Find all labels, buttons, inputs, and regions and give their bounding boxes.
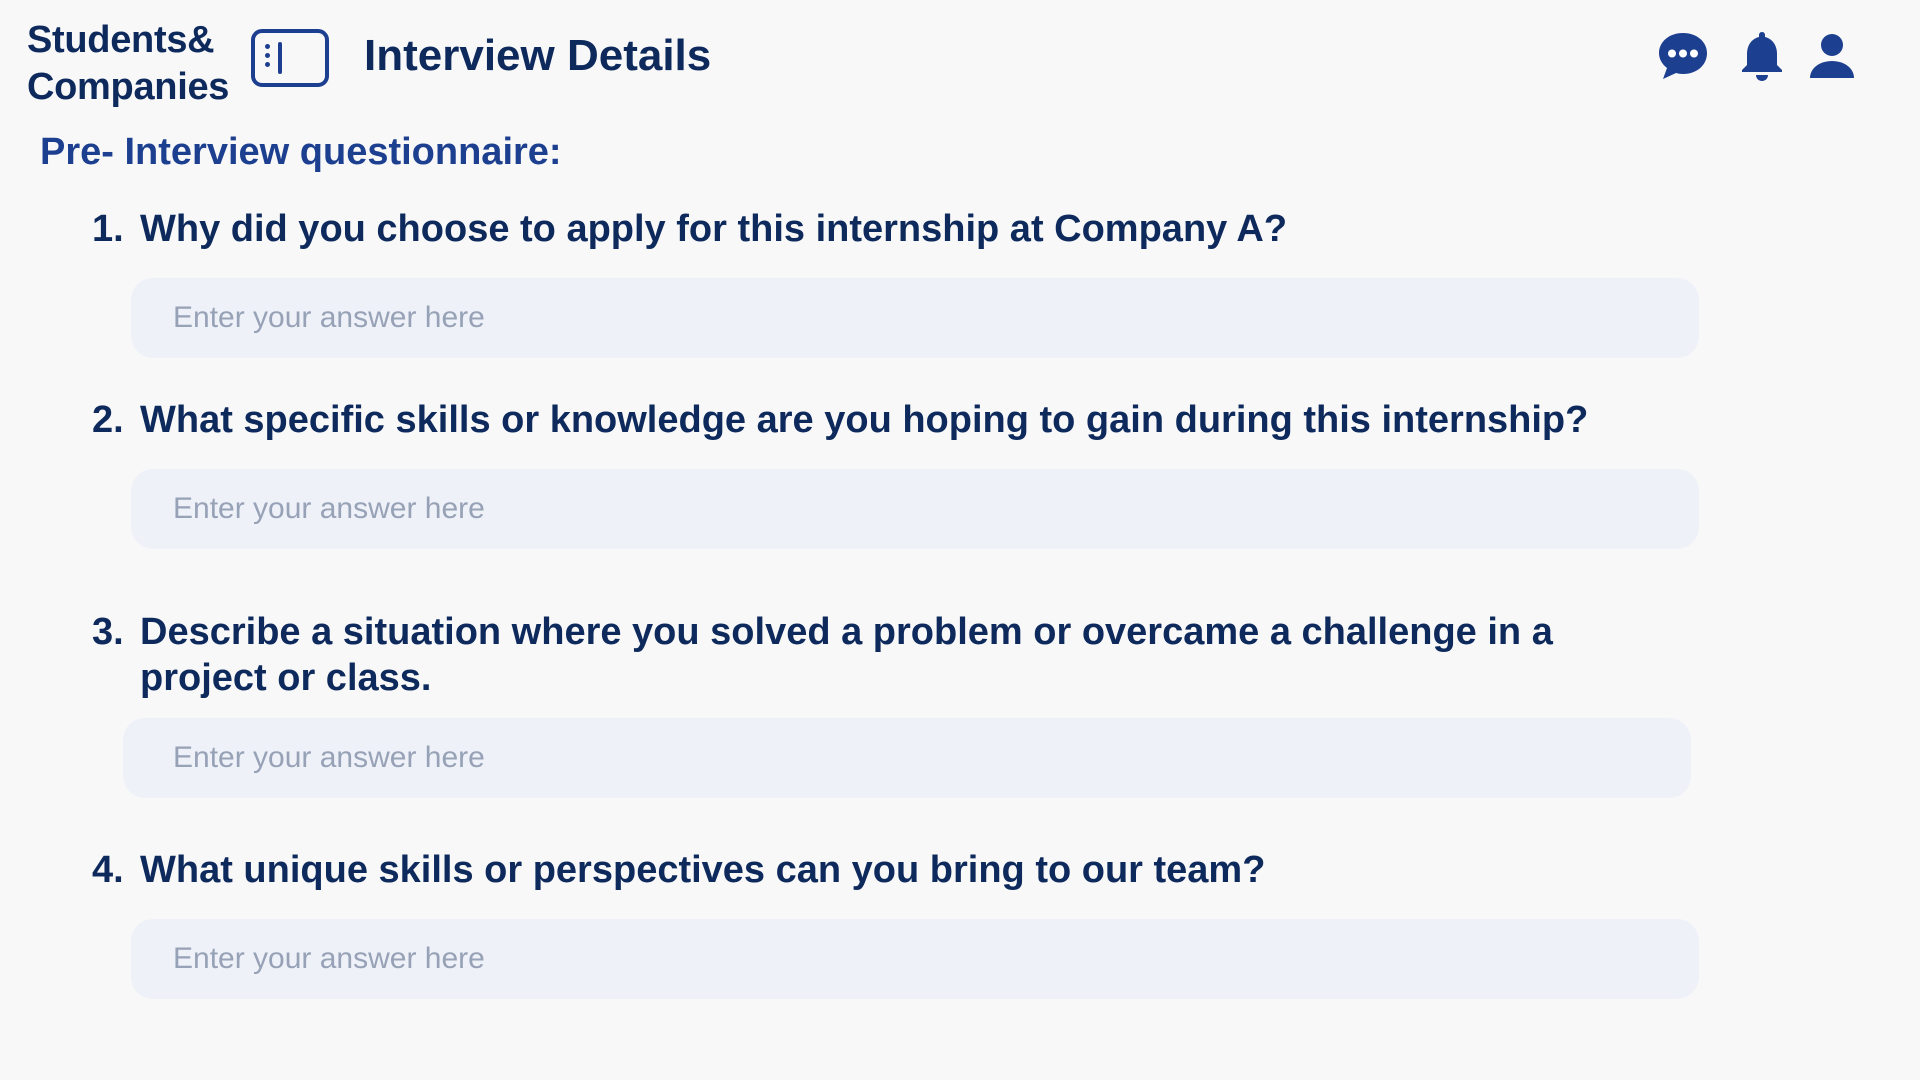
sidebar-toggle-icon: [265, 44, 271, 71]
logo-line-1: Students&: [27, 19, 215, 61]
user-icon[interactable]: [1804, 28, 1860, 84]
chat-icon[interactable]: [1655, 28, 1711, 84]
question-text: Why did you choose to apply for this int…: [140, 208, 1288, 250]
answer-input-4[interactable]: [131, 919, 1699, 999]
question-2: 2. What specific skills or knowledge are…: [92, 397, 1592, 443]
top-header: Students& Companies Interview Details: [0, 0, 1920, 112]
question-text: What unique skills or perspectives can y…: [140, 849, 1266, 891]
logo-line-2: Companies: [27, 66, 230, 108]
questionnaire-title: Pre- Interview questionnaire:: [40, 131, 562, 173]
question-number: 2.: [92, 399, 124, 441]
page-title: Interview Details: [364, 31, 712, 80]
question-4: 4. What unique skills or perspectives ca…: [92, 847, 1592, 893]
app-logo[interactable]: Students& Companies: [27, 17, 229, 111]
question-text: What specific skills or knowledge are yo…: [140, 399, 1589, 441]
question-number: 1.: [92, 208, 124, 250]
question-1: 1. Why did you choose to apply for this …: [92, 206, 1592, 252]
question-text: Describe a situation where you solved a …: [140, 611, 1553, 699]
question-number: 4.: [92, 849, 124, 891]
answer-input-1[interactable]: [131, 278, 1699, 358]
bell-icon[interactable]: [1734, 28, 1790, 84]
sidebar-toggle-button[interactable]: [251, 29, 329, 87]
question-3: 3. Describe a situation where you solved…: [92, 609, 1562, 701]
question-number: 3.: [92, 611, 124, 653]
answer-input-3[interactable]: [123, 718, 1691, 798]
answer-input-2[interactable]: [131, 469, 1699, 549]
